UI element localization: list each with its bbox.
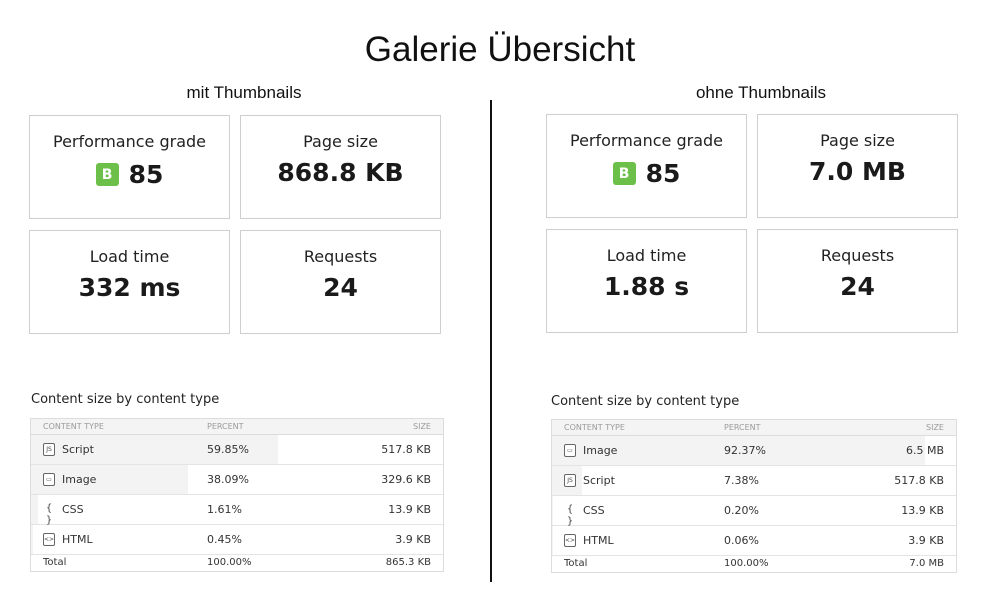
grade-badge: B [612,162,636,185]
page-size-value: 7.0 MB [809,157,906,186]
content-type-percent: 38.09% [207,473,249,486]
column-header-content-type: CONTENT TYPE [43,422,104,431]
content-type-percent: 59.85% [207,443,249,456]
page-size-label: Page size [303,132,378,151]
column-header-size: SIZE [413,422,431,431]
table-row: <> HTML 0.45% 3.9 KB [31,525,443,555]
image-file-icon: ▭ [43,473,55,486]
percent-bar [552,496,553,525]
column-header-percent: PERCENT [207,422,244,431]
content-size-title: Content size by content type [551,394,740,409]
load-time-label: Load time [89,247,170,266]
grade-score: 85 [128,160,164,189]
table-row: JS Script 59.85% 517.8 KB [31,435,443,465]
table-row: ▭ Image 92.37% 6.5 MB [552,436,956,466]
column-header-size: SIZE [926,423,944,432]
percent-bar [31,495,38,524]
requests-value: 24 [840,272,875,301]
content-type-size: 13.9 KB [388,503,431,516]
html-file-icon: <> [43,533,55,546]
total-size: 865.3 KB [385,557,431,568]
load-time-card: Load time 332 ms [29,230,230,334]
html-file-icon: <> [564,534,576,547]
performance-grade-card: Performance grade B 85 [546,114,747,218]
content-type-name: HTML [583,534,614,547]
content-type-percent: 7.38% [724,474,759,487]
table-header: CONTENT TYPE PERCENT SIZE [31,419,443,435]
column-header-content-type: CONTENT TYPE [564,423,625,432]
requests-label: Requests [820,246,895,265]
content-type-percent: 0.20% [724,504,759,517]
table-total-row: Total 100.00% 865.3 KB [31,555,443,571]
performance-grade-value: B 85 [30,160,229,189]
css-braces-icon: { } [45,503,53,526]
js-file-icon: JS [43,443,55,456]
content-type-size: 3.9 KB [395,533,431,546]
table-row: <> HTML 0.06% 3.9 KB [552,526,956,556]
js-file-icon: JS [564,474,576,487]
content-type-name: Script [62,443,94,456]
total-size: 7.0 MB [909,558,944,569]
content-type-size: 517.8 KB [381,443,431,456]
table-header: CONTENT TYPE PERCENT SIZE [552,420,956,436]
panel-without-thumbnails: ohne Thumbnails Performance grade B 85 P… [545,0,985,600]
performance-grade-label: Performance grade [52,132,206,151]
content-type-size: 13.9 KB [901,504,944,517]
grade-badge: B [95,163,119,186]
table-row: JS Script 7.38% 517.8 KB [552,466,956,496]
load-time-card: Load time 1.88 s [546,229,747,333]
table-row: ▭ Image 38.09% 329.6 KB [31,465,443,495]
requests-card: Requests 24 [240,230,441,334]
page-size-card: Page size 7.0 MB [757,114,958,218]
percent-bar [31,525,33,554]
total-percent: 100.00% [724,558,769,569]
panel-divider [490,100,492,582]
content-type-percent: 1.61% [207,503,242,516]
content-type-name: Image [62,473,97,486]
total-label: Total [564,558,588,569]
performance-grade-value: B 85 [547,159,746,188]
content-type-size: 329.6 KB [381,473,431,486]
content-type-size: 3.9 KB [908,534,944,547]
column-header-percent: PERCENT [724,423,761,432]
content-type-name: HTML [62,533,93,546]
panel-with-thumbnails: mit Thumbnails Performance grade B 85 Pa… [28,0,468,600]
requests-label: Requests [303,247,378,266]
requests-card: Requests 24 [757,229,958,333]
load-time-value: 1.88 s [603,272,690,301]
page-size-value: 868.8 KB [277,158,404,187]
grade-score: 85 [645,159,681,188]
content-type-name: Script [583,474,615,487]
panel-subtitle: ohne Thumbnails [695,83,827,102]
total-percent: 100.00% [207,557,252,568]
page-size-card: Page size 868.8 KB [240,115,441,219]
content-type-percent: 0.45% [207,533,242,546]
image-file-icon: ▭ [564,444,576,457]
performance-grade-card: Performance grade B 85 [29,115,230,219]
content-type-name: CSS [62,503,84,516]
content-type-percent: 92.37% [724,444,766,457]
table-row: { } CSS 1.61% 13.9 KB [31,495,443,526]
performance-grade-label: Performance grade [569,131,723,150]
content-type-size: 517.8 KB [894,474,944,487]
panel-subtitle: mit Thumbnails [186,83,302,102]
content-size-table: CONTENT TYPE PERCENT SIZE ▭ Image 92.37%… [551,419,957,573]
page-size-label: Page size [820,131,895,150]
total-label: Total [43,557,67,568]
content-size-table: CONTENT TYPE PERCENT SIZE JS Script 59.8… [30,418,444,572]
content-size-title: Content size by content type [31,392,220,407]
load-time-label: Load time [606,246,687,265]
load-time-value: 332 ms [78,273,181,302]
content-type-name: Image [583,444,618,457]
content-type-name: CSS [583,504,605,517]
table-row: { } CSS 0.20% 13.9 KB [552,496,956,527]
css-braces-icon: { } [566,504,574,527]
table-total-row: Total 100.00% 7.0 MB [552,556,956,572]
content-type-size: 6.5 MB [905,444,944,457]
content-type-percent: 0.06% [724,534,759,547]
requests-value: 24 [323,273,358,302]
